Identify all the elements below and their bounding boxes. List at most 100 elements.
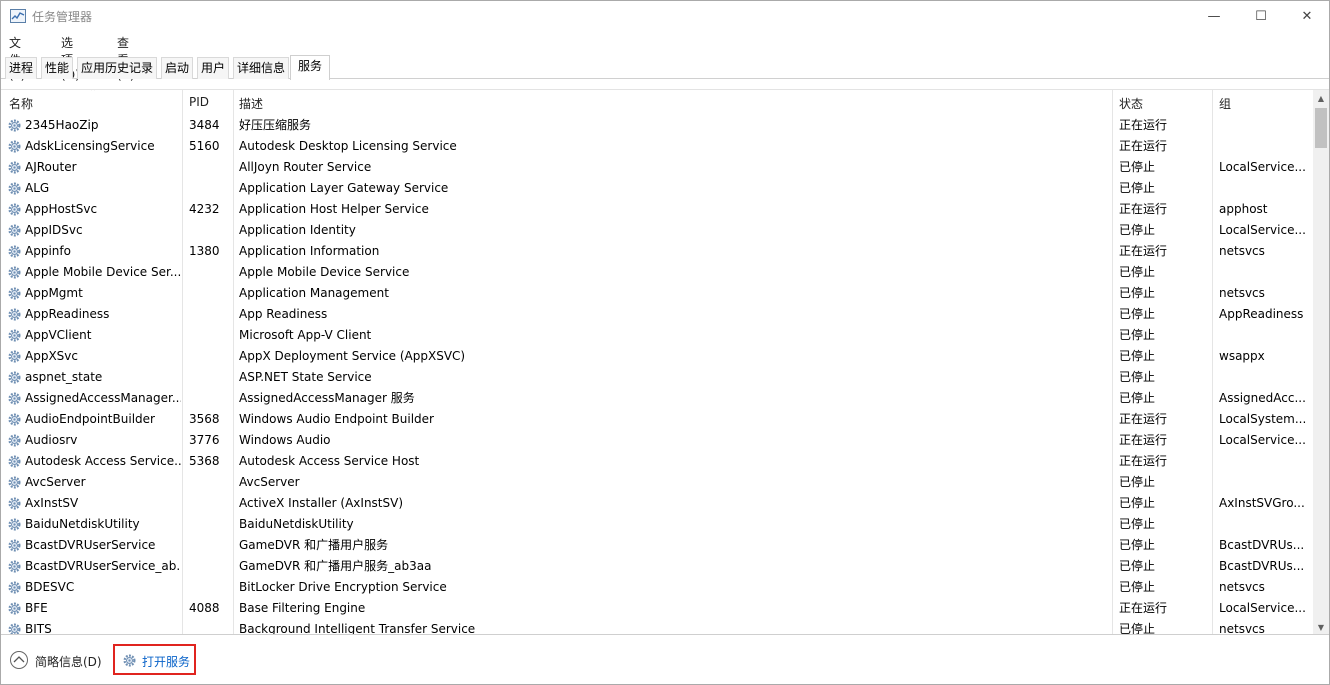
service-description: AvcServer — [239, 475, 300, 489]
table-row[interactable]: AppHostSvc 4232 Application Host Helper Se… — [1, 199, 1313, 220]
table-row[interactable]: AdskLicensingService 5160 Autodesk Desktop… — [1, 136, 1313, 157]
table-row[interactable]: BDESVC BitLocker Drive Encryption Service… — [1, 577, 1313, 598]
table-row[interactable]: Autodesk Access Service... 5368 Autodesk A… — [1, 451, 1313, 472]
service-gear-icon — [8, 119, 21, 132]
service-group: LocalService... — [1219, 433, 1306, 447]
column-header-description[interactable]: 描述 — [239, 90, 1109, 115]
service-name: AssignedAccessManager... — [25, 391, 181, 405]
service-name: AppVClient — [25, 328, 92, 342]
chevron-up-icon[interactable] — [10, 651, 28, 669]
tab-details[interactable]: 详细信息 — [233, 57, 290, 79]
service-name: BcastDVRUserService — [25, 538, 156, 552]
tab-services[interactable]: 服务 — [290, 55, 330, 80]
table-row[interactable]: aspnet_state ASP.NET State Service 已停止 — [1, 367, 1313, 388]
service-status: 已停止 — [1119, 559, 1156, 573]
service-pid: 1380 — [189, 244, 220, 258]
open-services-button[interactable]: 打开服务 — [113, 644, 196, 675]
table-row[interactable]: AudioEndpointBuilder 3568 Windows Audio En… — [1, 409, 1313, 430]
service-gear-icon — [8, 476, 21, 489]
service-pid: 4088 — [189, 601, 220, 615]
service-pid: 4232 — [189, 202, 220, 216]
table-row[interactable]: BcastDVRUserService GameDVR 和广播用户服务 已停止 Bca… — [1, 535, 1313, 556]
service-description: BaiduNetdiskUtility — [239, 517, 354, 531]
table-row[interactable]: AvcServer AvcServer 已停止 — [1, 472, 1313, 493]
tab-processes[interactable]: 进程 — [5, 57, 38, 79]
services-table: ⌃ 名称 PID 描述 状态 组 2345HaoZip 3484 好压压缩服务 正在运… — [1, 89, 1329, 635]
column-header-pid[interactable]: PID — [189, 90, 229, 115]
service-description: Windows Audio — [239, 433, 331, 447]
service-gear-icon — [8, 287, 21, 300]
service-description: ActiveX Installer (AxInstSV) — [239, 496, 404, 510]
vertical-scrollbar[interactable]: ▲ ▼ — [1313, 90, 1329, 634]
scroll-down-icon[interactable]: ▼ — [1313, 619, 1329, 634]
table-row[interactable]: BITS Background Intelligent Transfer Serv… — [1, 619, 1313, 635]
service-name: BaiduNetdiskUtility — [25, 517, 140, 531]
table-row[interactable]: BcastDVRUserService_ab... GameDVR 和广播用户服务… — [1, 556, 1313, 577]
table-row[interactable]: AppReadiness App Readiness 已停止 AppReadiness — [1, 304, 1313, 325]
table-row[interactable]: Appinfo 1380 Application Information 正在运行 ne… — [1, 241, 1313, 262]
service-gear-icon — [8, 161, 21, 174]
tab-performance[interactable]: 性能 — [41, 57, 74, 79]
table-row[interactable]: AppXSvc AppX Deployment Service (AppXSVC)… — [1, 346, 1313, 367]
service-gear-icon — [8, 182, 21, 195]
service-status: 已停止 — [1119, 580, 1156, 594]
service-name: Audiosrv — [25, 433, 78, 447]
service-status: 已停止 — [1119, 391, 1156, 405]
table-row[interactable]: BaiduNetdiskUtility BaiduNetdiskUtility 已停… — [1, 514, 1313, 535]
table-row[interactable]: 2345HaoZip 3484 好压压缩服务 正在运行 — [1, 115, 1313, 136]
close-button[interactable]: ✕ — [1284, 1, 1330, 31]
footer-bar: 简略信息(D) 打开服务 — [1, 637, 1329, 685]
service-gear-icon — [8, 392, 21, 405]
task-manager-window: 任务管理器 — ☐ ✕ 文件(F) 选项(O) 查看(V) 进程 性能 应用历史… — [0, 0, 1330, 685]
table-row[interactable]: BFE 4088 Base Filtering Engine 正在运行 LocalSer… — [1, 598, 1313, 619]
service-description: Autodesk Access Service Host — [239, 454, 420, 468]
scroll-thumb[interactable] — [1315, 108, 1327, 148]
table-row[interactable]: AxInstSV ActiveX Installer (AxInstSV) 已停止 A… — [1, 493, 1313, 514]
maximize-button[interactable]: ☐ — [1238, 1, 1284, 31]
service-gear-icon — [8, 140, 21, 153]
column-header-group[interactable]: 组 — [1219, 90, 1309, 115]
service-description: Apple Mobile Device Service — [239, 265, 410, 279]
table-row[interactable]: AJRouter AllJoyn Router Service 已停止 LocalSe… — [1, 157, 1313, 178]
service-description: Windows Audio Endpoint Builder — [239, 412, 434, 426]
column-header-name[interactable]: 名称 — [9, 90, 179, 115]
column-header-status[interactable]: 状态 — [1119, 90, 1209, 115]
table-row[interactable]: Audiosrv 3776 Windows Audio 正在运行 LocalServic… — [1, 430, 1313, 451]
service-group: netsvcs — [1219, 286, 1265, 300]
service-status: 已停止 — [1119, 496, 1156, 510]
service-gear-icon — [8, 455, 21, 468]
task-manager-app-icon — [10, 9, 26, 23]
service-gear-icon — [8, 203, 21, 216]
tab-users[interactable]: 用户 — [197, 57, 230, 79]
table-row[interactable]: ALG Application Layer Gateway Service 已停止 — [1, 178, 1313, 199]
table-row[interactable]: AssignedAccessManager... AssignedAccessMa… — [1, 388, 1313, 409]
service-status: 已停止 — [1119, 538, 1156, 552]
service-name: Apple Mobile Device Ser... — [25, 265, 181, 279]
table-row[interactable]: Apple Mobile Device Ser... Apple Mobile D… — [1, 262, 1313, 283]
tab-app-history[interactable]: 应用历史记录 — [77, 57, 158, 79]
service-status: 已停止 — [1119, 370, 1156, 384]
service-description: GameDVR 和广播用户服务 — [239, 538, 389, 552]
service-status: 正在运行 — [1119, 202, 1168, 216]
service-name: BFE — [25, 601, 48, 615]
service-description: Application Host Helper Service — [239, 202, 429, 216]
title-bar[interactable]: 任务管理器 — ☐ ✕ — [1, 1, 1329, 31]
service-gear-icon — [8, 245, 21, 258]
tab-strip: 进程 性能 应用历史记录 启动 用户 详细信息 服务 — [1, 55, 1329, 80]
service-pid: 3484 — [189, 118, 220, 132]
service-gear-icon — [8, 539, 21, 552]
service-group: LocalService... — [1219, 601, 1306, 615]
scroll-up-icon[interactable]: ▲ — [1313, 90, 1329, 107]
minimize-button[interactable]: — — [1191, 1, 1237, 31]
fewer-details-link[interactable]: 简略信息(D) — [35, 653, 102, 670]
table-row[interactable]: AppIDSvc Application Identity 已停止 LocalServ… — [1, 220, 1313, 241]
service-gear-icon — [8, 371, 21, 384]
service-status: 正在运行 — [1119, 139, 1168, 153]
table-row[interactable]: AppMgmt Application Management 已停止 netsvcs — [1, 283, 1313, 304]
table-row[interactable]: AppVClient Microsoft App-V Client 已停止 — [1, 325, 1313, 346]
service-description: Background Intelligent Transfer Service — [239, 622, 476, 635]
service-status: 正在运行 — [1119, 412, 1168, 426]
service-description: Autodesk Desktop Licensing Service — [239, 139, 457, 153]
tab-startup[interactable]: 启动 — [161, 57, 194, 79]
service-description: Application Identity — [239, 223, 356, 237]
